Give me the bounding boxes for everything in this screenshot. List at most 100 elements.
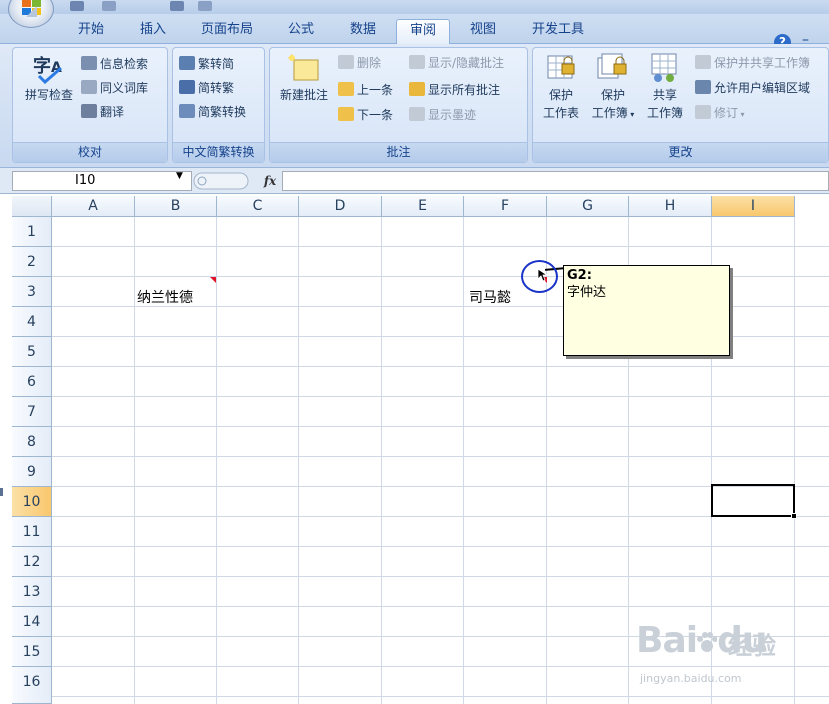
row-header-2[interactable]: 2 — [12, 247, 52, 277]
formula-bar-splitter-icon[interactable] — [192, 171, 252, 191]
tab-home[interactable]: 开始 — [62, 19, 120, 44]
quick-access-toolbar — [62, 0, 242, 14]
row-header-9[interactable]: 9 — [12, 457, 52, 487]
tab-view[interactable]: 视图 — [454, 19, 512, 44]
preview-icon[interactable] — [198, 1, 212, 11]
protect-workbook-line2: 工作簿 — [591, 106, 628, 120]
group-label-proofing: 校对 — [13, 142, 167, 162]
row-header-8[interactable]: 8 — [12, 427, 52, 457]
row-header-14[interactable]: 14 — [12, 607, 52, 637]
row-header-7[interactable]: 7 — [12, 397, 52, 427]
research-button[interactable]: 信息检索 — [81, 54, 148, 74]
new-comment-icon — [288, 54, 319, 81]
share-workbook-button[interactable]: 共享 工作簿 — [639, 52, 691, 122]
delete-comment-label: 删除 — [357, 56, 382, 70]
translate-icon — [81, 104, 97, 118]
previous-comment-label: 上一条 — [357, 83, 394, 97]
row-header-16[interactable]: 16 — [12, 667, 52, 704]
previous-comment-button[interactable]: 上一条 — [338, 80, 393, 100]
spell-check-button[interactable]: 字 A 拼写检查 — [19, 52, 79, 104]
protect-sheet-button[interactable]: 保护 工作表 — [535, 52, 587, 122]
group-label-chinese: 中文简繁转换 — [173, 142, 264, 162]
column-header-i[interactable]: I — [712, 196, 795, 217]
tab-developer[interactable]: 开发工具 — [516, 19, 600, 44]
to-simplified-icon — [179, 56, 195, 70]
tab-formulas[interactable]: 公式 — [272, 19, 330, 44]
column-header-a[interactable]: A — [52, 196, 135, 217]
comment-indicator-b3-icon — [210, 277, 216, 283]
watermark-cn: 经验 — [728, 632, 776, 660]
share-workbook-line2: 工作簿 — [646, 106, 683, 120]
tab-insert[interactable]: 插入 — [124, 19, 182, 44]
column-header-b[interactable]: B — [135, 196, 217, 217]
row-header-1[interactable]: 1 — [12, 217, 52, 247]
delete-comment-icon — [338, 55, 354, 69]
insert-function-button[interactable]: fx — [258, 171, 282, 191]
next-comment-button[interactable]: 下一条 — [338, 105, 393, 125]
track-changes-button[interactable]: 修订 ▾ — [695, 103, 745, 123]
ribbon-tab-row: 开始 插入 页面布局 公式 数据 审阅 视图 开发工具 ? – — [0, 14, 829, 51]
to-simplified-button[interactable]: 繁转简 — [179, 54, 234, 74]
cell-b3[interactable]: 纳兰性德 — [137, 287, 193, 307]
group-label-comments: 批注 — [270, 142, 527, 162]
show-ink-icon — [409, 107, 425, 121]
row-header-15[interactable]: 15 — [12, 637, 52, 667]
allow-edit-ranges-icon — [695, 80, 711, 94]
tab-page-layout[interactable]: 页面布局 — [186, 19, 268, 44]
name-box-dropdown-icon[interactable]: ▼ — [176, 171, 183, 181]
cell-f3[interactable]: 司马懿 — [469, 287, 511, 307]
tab-data[interactable]: 数据 — [334, 19, 392, 44]
active-cell-i10[interactable] — [711, 484, 795, 517]
save-icon[interactable] — [70, 1, 84, 11]
paw-icon — [697, 632, 719, 652]
research-label: 信息检索 — [100, 57, 149, 71]
show-all-comments-button[interactable]: 显示所有批注 — [409, 80, 500, 100]
to-traditional-label: 简转繁 — [198, 81, 235, 95]
select-all-corner[interactable] — [12, 196, 52, 217]
delete-comment-button[interactable]: 删除 — [338, 53, 381, 73]
convert-button[interactable]: 简繁转换 — [179, 102, 246, 122]
allow-edit-ranges-label: 允许用户编辑区域 — [714, 81, 811, 95]
print-icon[interactable] — [170, 1, 184, 11]
row-header-10[interactable]: 10 — [12, 487, 52, 517]
row-header-4[interactable]: 4 — [12, 307, 52, 337]
undo-icon[interactable] — [102, 1, 116, 11]
column-header-f[interactable]: F — [464, 196, 547, 217]
protect-share-button[interactable]: 保护并共享工作簿 — [695, 53, 810, 73]
fill-handle[interactable] — [791, 513, 797, 519]
column-header-c[interactable]: C — [217, 196, 299, 217]
show-all-comments-label: 显示所有批注 — [428, 83, 501, 97]
translate-label: 翻译 — [100, 105, 125, 119]
translate-button[interactable]: 翻译 — [81, 102, 124, 122]
row-header-13[interactable]: 13 — [12, 577, 52, 607]
to-traditional-icon — [179, 80, 195, 94]
column-header-e[interactable]: E — [382, 196, 464, 217]
allow-edit-ranges-button[interactable]: 允许用户编辑区域 — [695, 78, 810, 98]
spell-check-icon: 字 A — [33, 55, 62, 84]
new-comment-button[interactable]: 新建批注 — [274, 52, 334, 104]
convert-label: 简繁转换 — [198, 105, 247, 119]
thesaurus-button[interactable]: 同义词库 — [81, 78, 148, 98]
column-header-d[interactable]: D — [299, 196, 382, 217]
share-workbook-line1: 共享 — [652, 88, 677, 102]
formula-input[interactable] — [282, 171, 829, 191]
show-hide-comment-button[interactable]: 显示/隐藏批注 — [409, 53, 504, 73]
comment-box[interactable]: G2: 字仲达 — [563, 265, 730, 356]
group-label-changes: 更改 — [533, 142, 828, 162]
protect-workbook-button[interactable]: 保护 工作簿 ▾ — [587, 52, 639, 124]
protect-workbook-line1: 保护 — [600, 88, 625, 102]
to-traditional-button[interactable]: 简转繁 — [179, 78, 234, 98]
name-box[interactable]: I10 — [12, 171, 192, 191]
tab-review[interactable]: 审阅 — [396, 19, 450, 44]
row-header-12[interactable]: 12 — [12, 547, 52, 577]
row-header-5[interactable]: 5 — [12, 337, 52, 367]
column-header-g[interactable]: G — [547, 196, 629, 217]
column-header-h[interactable]: H — [629, 196, 712, 217]
show-ink-button[interactable]: 显示墨迹 — [409, 105, 476, 125]
row-header-11[interactable]: 11 — [12, 517, 52, 547]
row-header-6[interactable]: 6 — [12, 367, 52, 397]
show-hide-comment-label: 显示/隐藏批注 — [428, 56, 505, 70]
show-ink-label: 显示墨迹 — [428, 108, 477, 122]
row-header-3[interactable]: 3 — [12, 277, 52, 307]
baidu-watermark: Bai du 经验 jingyan.baidu.com — [636, 612, 826, 698]
